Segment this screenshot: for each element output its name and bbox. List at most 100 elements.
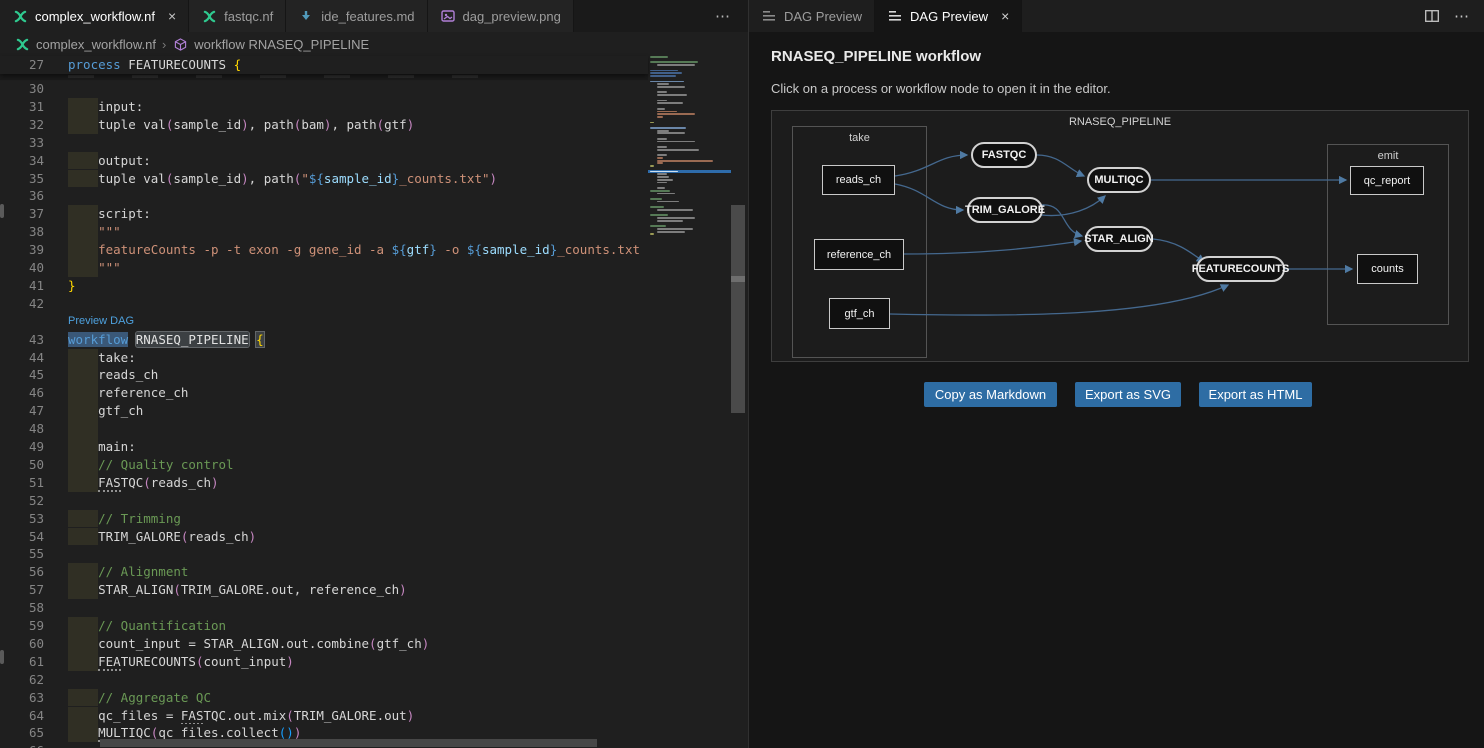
- dag-node-fastqc[interactable]: FASTQC: [971, 142, 1037, 168]
- minimap-line: [650, 122, 654, 124]
- code-line[interactable]: 61 FEATURECOUNTS(count_input): [0, 653, 648, 671]
- more-actions-icon[interactable]: ⋯: [699, 7, 748, 25]
- editor-vertical-scrollbar-thumb[interactable]: [731, 205, 745, 413]
- minimap-line: [657, 162, 663, 164]
- sticky-scroll-line[interactable]: 27process FEATURECOUNTS {: [0, 56, 648, 74]
- code-line[interactable]: 41}: [0, 277, 648, 295]
- dag-node-trim-galore[interactable]: TRIM_GALORE: [967, 197, 1043, 223]
- code-line[interactable]: 51 FASTQC(reads_ch): [0, 474, 648, 492]
- code-line[interactable]: 60 count_input = STAR_ALIGN.out.combine(…: [0, 635, 648, 653]
- minimap-line: [650, 198, 662, 200]
- dag-node-reference-ch[interactable]: reference_ch: [814, 239, 904, 270]
- minimap-line: [650, 233, 654, 235]
- code-line[interactable]: 33: [0, 134, 648, 152]
- code-line[interactable]: 44 take:: [0, 349, 648, 367]
- editor-horizontal-scrollbar-thumb[interactable]: [100, 739, 597, 747]
- close-icon[interactable]: ×: [168, 9, 176, 23]
- line-number: 38: [0, 223, 44, 241]
- copy-as-markdown-button[interactable]: Copy as Markdown: [924, 382, 1057, 407]
- code-line[interactable]: 63 // Aggregate QC: [0, 689, 648, 707]
- dag-edge-reads_ch-to-fastqc: [895, 155, 967, 176]
- line-number: 64: [0, 707, 44, 725]
- code-line[interactable]: 40 """: [0, 259, 648, 277]
- line-number: 48: [0, 420, 44, 438]
- code-line[interactable]: 36: [0, 187, 648, 205]
- code-line[interactable]: 48: [0, 420, 648, 438]
- code-line[interactable]: 52: [0, 492, 648, 510]
- codelens-preview-dag[interactable]: Preview DAG: [68, 313, 134, 331]
- line-number: 54: [0, 528, 44, 546]
- dag-diagram: RNASEQ_PIPELINE take emit reads_chrefere…: [771, 110, 1469, 362]
- dag-node-reads-ch[interactable]: reads_ch: [822, 165, 895, 195]
- code-line[interactable]: 64 qc_files = FASTQC.out.mix(TRIM_GALORE…: [0, 707, 648, 725]
- code-line[interactable]: 32 tuple val(sample_id), path(bam), path…: [0, 116, 648, 134]
- code-line[interactable]: 53 // Trimming: [0, 510, 648, 528]
- code-line[interactable]: 50 // Quality control: [0, 456, 648, 474]
- code-line[interactable]: 54 TRIM_GALORE(reads_ch): [0, 528, 648, 546]
- code-line[interactable]: 55: [0, 545, 648, 563]
- line-number: 33: [0, 134, 44, 152]
- minimap-line: [657, 116, 663, 118]
- nextflow-icon: [12, 8, 28, 24]
- minimap-line: [657, 64, 695, 66]
- code-line[interactable]: 56 // Alignment: [0, 563, 648, 581]
- tab-dag-preview-inactive[interactable]: DAG Preview: [749, 0, 875, 32]
- code-line[interactable]: 31 input:: [0, 98, 648, 116]
- minimap[interactable]: [648, 50, 731, 748]
- code-line[interactable]: 58: [0, 599, 648, 617]
- markdown-down-icon: [298, 8, 314, 24]
- line-number: 53: [0, 510, 44, 528]
- code-line[interactable]: 35 tuple val(sample_id), path("${sample_…: [0, 170, 648, 188]
- nextflow-icon: [14, 36, 30, 52]
- code-line[interactable]: 45 reads_ch: [0, 366, 648, 384]
- code-line[interactable]: 43workflow RNASEQ_PIPELINE {: [0, 331, 648, 349]
- code-line[interactable]: 49 main:: [0, 438, 648, 456]
- line-number: 66: [0, 742, 44, 748]
- tab-dag-preview-active[interactable]: DAG Preview ×: [875, 0, 1022, 32]
- code-line[interactable]: 34 output:: [0, 152, 648, 170]
- breadcrumb-symbol[interactable]: workflow RNASEQ_PIPELINE: [194, 37, 369, 52]
- tab-fastqc-nf[interactable]: fastqc.nf: [189, 0, 286, 32]
- code-line[interactable]: 59 // Quantification: [0, 617, 648, 635]
- dag-node-gtf-ch[interactable]: gtf_ch: [829, 298, 890, 329]
- tab-ide-features-md[interactable]: ide_features.md: [286, 0, 427, 32]
- minimap-line: [650, 72, 682, 74]
- minimap-line: [650, 165, 654, 167]
- export-as-html-button[interactable]: Export as HTML: [1199, 382, 1312, 407]
- code-line[interactable]: 38 """: [0, 223, 648, 241]
- code-line[interactable]: 62: [0, 671, 648, 689]
- tab-complex-workflow-nf[interactable]: complex_workflow.nf ×: [0, 0, 189, 32]
- line-number: 58: [0, 599, 44, 617]
- code-line[interactable]: 57 STAR_ALIGN(TRIM_GALORE.out, reference…: [0, 581, 648, 599]
- breadcrumb-separator: ›: [162, 37, 166, 52]
- line-number: 47: [0, 402, 44, 420]
- code-line[interactable]: 37 script:: [0, 205, 648, 223]
- minimap-line: [657, 91, 667, 93]
- split-editor-icon[interactable]: [1424, 8, 1440, 24]
- code-line[interactable]: 42: [0, 295, 648, 313]
- panel-actions: ⋯: [1424, 0, 1484, 32]
- breadcrumb-file[interactable]: complex_workflow.nf: [36, 37, 156, 52]
- code-line[interactable]: 47 gtf_ch: [0, 402, 648, 420]
- more-actions-icon[interactable]: ⋯: [1454, 7, 1471, 25]
- dag-node-multiqc[interactable]: MULTIQC: [1087, 167, 1151, 193]
- minimap-line: [650, 61, 698, 63]
- minimap-line: [657, 217, 695, 219]
- code-editor[interactable]: 3031 input:32 tuple val(sample_id), path…: [0, 80, 648, 748]
- panel-subtext: Click on a process or workflow node to o…: [771, 81, 1111, 96]
- line-number: 46: [0, 384, 44, 402]
- code-line[interactable]: 30: [0, 80, 648, 98]
- dag-node-qc-report[interactable]: qc_report: [1350, 166, 1424, 195]
- dag-node-star-align[interactable]: STAR_ALIGN: [1085, 226, 1153, 252]
- minimap-line: [650, 70, 678, 72]
- dag-node-counts[interactable]: counts: [1357, 254, 1418, 284]
- close-icon[interactable]: ×: [1001, 8, 1009, 24]
- code-line[interactable]: 39 featureCounts -p -t exon -g gene_id -…: [0, 241, 648, 259]
- tab-dag-preview-png[interactable]: dag_preview.png: [428, 0, 574, 32]
- code-line[interactable]: 46 reference_ch: [0, 384, 648, 402]
- minimap-line: [657, 193, 675, 195]
- export-as-svg-button[interactable]: Export as SVG: [1075, 382, 1181, 407]
- dag-node-featurecounts[interactable]: FEATURECOUNTS: [1196, 256, 1285, 282]
- preview-icon: [761, 8, 777, 24]
- dag-edge-reads_ch-to-trim_galore: [895, 184, 963, 210]
